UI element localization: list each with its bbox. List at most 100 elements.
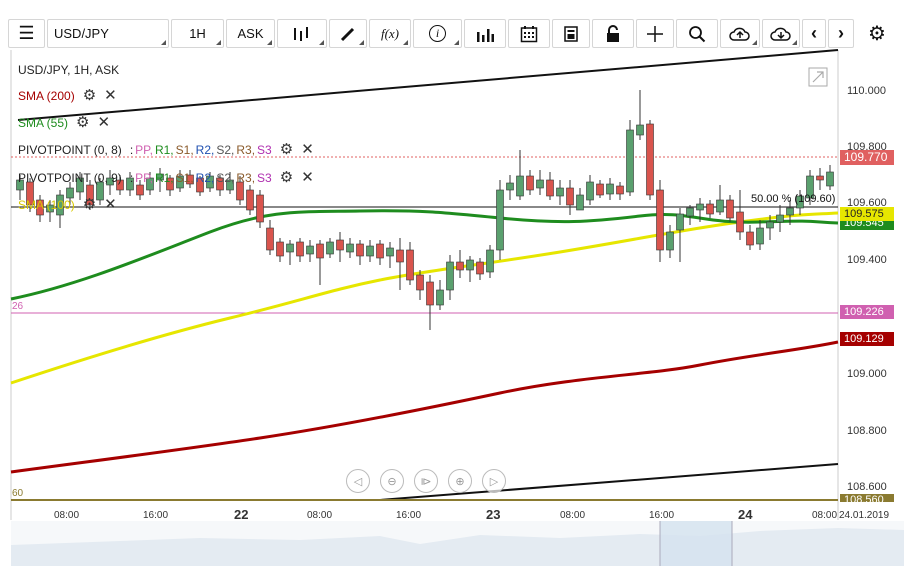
zoom-out-icon: ⊖ bbox=[387, 475, 397, 488]
candle-body bbox=[436, 289, 444, 306]
candle-body bbox=[626, 129, 634, 193]
candle-body bbox=[706, 203, 714, 215]
pivot-left-label-60: 60 bbox=[12, 488, 24, 499]
candle-body bbox=[696, 203, 704, 211]
sma100-settings-gear-icon[interactable]: ⚙ bbox=[83, 197, 96, 212]
x-tick: 08:00 bbox=[560, 510, 586, 521]
candle-body bbox=[356, 243, 364, 257]
last-price-badge: 109.770 bbox=[840, 150, 894, 165]
legend-pivot9-r3: R3, bbox=[236, 171, 256, 185]
sma200-settings-gear-icon[interactable]: ⚙ bbox=[83, 88, 96, 103]
candle-body bbox=[326, 241, 334, 255]
pan-right-button[interactable]: ▷ bbox=[482, 469, 506, 493]
candle-body bbox=[616, 185, 624, 195]
candle-body bbox=[396, 249, 404, 263]
legend-pivot9-r2: R2, bbox=[195, 171, 215, 185]
candle-body bbox=[336, 239, 344, 251]
candle-body bbox=[536, 179, 544, 189]
reset-zoom-button[interactable]: ⧐ bbox=[414, 469, 438, 493]
candle-body bbox=[426, 281, 434, 306]
legend-pivot8-s3: S3 bbox=[257, 143, 272, 157]
candle-body bbox=[346, 243, 354, 253]
candle-body bbox=[666, 231, 674, 251]
candle-body bbox=[406, 249, 414, 281]
legend-sma55: SMA (55) ⚙ ✕ bbox=[18, 115, 110, 130]
candle-body bbox=[66, 187, 74, 199]
legend-title: USD/JPY, 1H, ASK bbox=[18, 63, 119, 77]
candle-body bbox=[516, 175, 524, 197]
x-tick: 08:00 bbox=[307, 510, 333, 521]
x-tick: 16:00 bbox=[649, 510, 675, 521]
pivot8-remove-close-icon[interactable]: ✕ bbox=[301, 142, 314, 157]
x-tick-day: 22 bbox=[234, 507, 249, 522]
sma200-price-badge: 109.129 bbox=[840, 332, 894, 346]
candle-body bbox=[546, 179, 554, 197]
candle-body bbox=[496, 189, 504, 251]
legend-sma55-label: SMA (55) bbox=[18, 116, 69, 130]
sma100-price-badge: 109.575 bbox=[840, 207, 894, 221]
x-tick: 08:00 bbox=[54, 510, 80, 521]
legend-pivot9-pp: PP, bbox=[135, 171, 153, 185]
candle-body bbox=[596, 183, 604, 196]
sma-200-line[interactable] bbox=[10, 340, 839, 474]
legend-pivot8-s2: S2, bbox=[216, 143, 235, 157]
legend-sma100: SMA (100) ⚙ ✕ bbox=[18, 197, 117, 212]
candlestick-series[interactable] bbox=[16, 90, 834, 330]
candle-body bbox=[656, 189, 664, 251]
candle-body bbox=[366, 245, 374, 257]
candle-body bbox=[456, 261, 464, 271]
candle-body bbox=[746, 231, 754, 246]
candle-body bbox=[506, 182, 514, 191]
sma55-remove-close-icon[interactable]: ✕ bbox=[97, 115, 110, 130]
y-tick: 109.400 bbox=[847, 254, 887, 266]
candle-body bbox=[476, 261, 484, 275]
candle-body bbox=[386, 247, 394, 257]
candle-body bbox=[256, 194, 264, 223]
candle-body bbox=[736, 211, 744, 233]
candle-body bbox=[726, 199, 734, 219]
pivot9-settings-gear-icon[interactable]: ⚙ bbox=[280, 170, 293, 185]
y-tick: 108.800 bbox=[847, 425, 887, 437]
legend-pivot8-s1: S1, bbox=[175, 143, 194, 157]
zoom-in-button[interactable]: ⊕ bbox=[448, 469, 472, 493]
sma-100-line[interactable] bbox=[10, 211, 839, 385]
zoom-out-button[interactable]: ⊖ bbox=[380, 469, 404, 493]
candle-body bbox=[776, 214, 784, 223]
candle-body bbox=[276, 241, 284, 257]
pivot8-settings-gear-icon[interactable]: ⚙ bbox=[280, 142, 293, 157]
candle-body bbox=[646, 123, 654, 196]
navigator-window[interactable] bbox=[660, 521, 732, 566]
candle-body bbox=[376, 243, 384, 259]
candle-body bbox=[446, 261, 454, 291]
pivot9-remove-close-icon[interactable]: ✕ bbox=[301, 170, 314, 185]
triangle-right-icon: ▷ bbox=[489, 475, 499, 488]
sma100-remove-close-icon[interactable]: ✕ bbox=[104, 197, 117, 212]
legend-sma100-label: SMA (100) bbox=[18, 198, 75, 212]
candle-body bbox=[526, 175, 534, 191]
candle-body bbox=[416, 274, 424, 291]
candle-body bbox=[576, 194, 584, 211]
legend-sma200-label: SMA (200) bbox=[18, 89, 75, 103]
candle-body bbox=[316, 243, 324, 259]
sma-55-line[interactable] bbox=[10, 209, 839, 301]
legend-pivot8: PIVOTPOINT (0, 8) : PP, R1, S1, R2, S2, … bbox=[18, 142, 314, 157]
y-tick: 109.000 bbox=[847, 368, 887, 380]
candle-body bbox=[136, 184, 144, 196]
x-tick: 16:00 bbox=[396, 510, 422, 521]
candle-body bbox=[636, 124, 644, 136]
legend-sma200: SMA (200) ⚙ ✕ bbox=[18, 88, 117, 103]
candle-body bbox=[716, 199, 724, 213]
sma55-settings-gear-icon[interactable]: ⚙ bbox=[76, 115, 89, 130]
pan-left-button[interactable]: ◁ bbox=[346, 469, 370, 493]
legend-pivot9-s1: S1, bbox=[175, 171, 194, 185]
zoom-in-icon: ⊕ bbox=[455, 475, 465, 488]
maximize-icon[interactable] bbox=[808, 67, 828, 87]
candle-body bbox=[566, 187, 574, 206]
legend-pivot8-r1: R1, bbox=[154, 143, 174, 157]
candle-body bbox=[756, 227, 764, 245]
candle-body bbox=[286, 243, 294, 253]
pivot-left-label-26: 26 bbox=[12, 301, 24, 312]
sma200-remove-close-icon[interactable]: ✕ bbox=[104, 88, 117, 103]
upper-trend-line[interactable] bbox=[17, 49, 839, 121]
candle-body bbox=[826, 171, 834, 187]
